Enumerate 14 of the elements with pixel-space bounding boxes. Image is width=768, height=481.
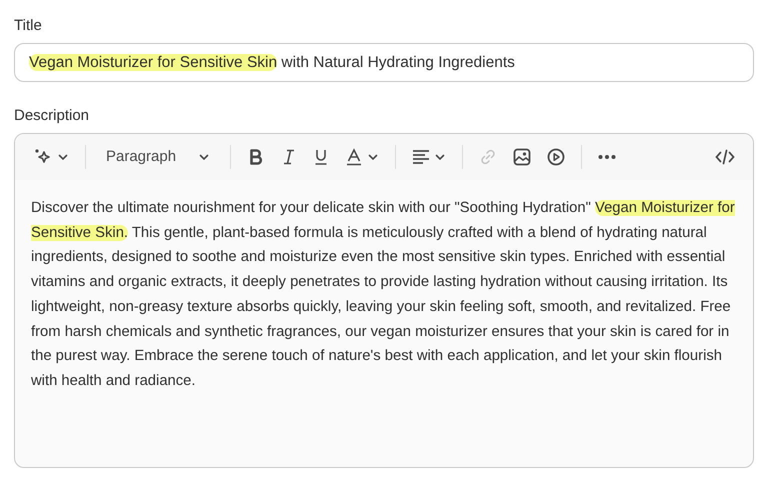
block-format-dropdown[interactable]: Paragraph <box>96 142 220 172</box>
field-label: Title <box>14 16 42 36</box>
code-icon <box>715 149 735 165</box>
image-icon <box>513 148 532 166</box>
more-icon <box>598 154 616 160</box>
play-icon <box>547 148 566 166</box>
link-icon <box>479 148 498 166</box>
align-left-icon <box>412 149 430 165</box>
underline-icon <box>313 148 330 166</box>
description-text: Discover the ultimate nourishment for your delicate skin with our "Soothing Hydration" Vegan Moisturizer for Sensitive Skin. This gentle, plant-based formula is meticulously crafted with a blend of hydrating natural ingredients, designed to soothe and moisturize even the most sensitive skin types. Enriched with essential vitamins and organic extracts, it deeply penetrates to provide lasting hydration without causing irritation. Its lightweight, non-greasy texture absorbs quickly, leaving your skin feeling soft, smooth, and revitalized. Free from harsh chemicals and synthetic fragrances, our vegan moisturizer ensures that your skin is cared for in the purest way. Embrace the serene touch of nature's best with each application, and let your skin flourish with health and radiance. <box>31 199 736 391</box>
sparkle-icon <box>33 148 53 166</box>
field-label: Description <box>14 106 90 126</box>
text-color-icon <box>345 148 364 166</box>
title-field[interactable]: Vegan Moisturizer for Sensitive Skin with Natural Hydrating Ingredients <box>14 43 754 82</box>
